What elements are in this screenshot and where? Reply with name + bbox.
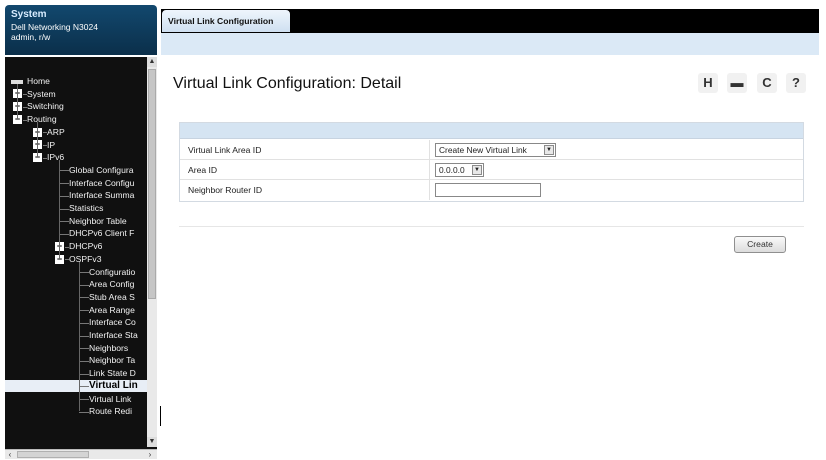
neighbor-router-id-label: Neighbor Router ID	[188, 185, 263, 195]
tree-item-label: Switching	[27, 101, 64, 112]
tree-item[interactable]: Link State D	[5, 367, 147, 380]
tree-item-label: Stub Area S	[89, 291, 135, 302]
scroll-left-icon[interactable]: ‹	[5, 450, 15, 459]
tree-item-label: Area Config	[89, 279, 135, 290]
virtual-link-area-id-select[interactable]: Create New Virtual Link ▼	[435, 143, 556, 157]
virtual-link-area-id-value: Create New Virtual Link	[439, 145, 527, 155]
tree-item[interactable]: Neighbor Table	[5, 215, 147, 228]
tree-item-label: ARP	[47, 126, 65, 137]
tree-item[interactable]: +DHCPv6	[5, 240, 147, 253]
refresh-icon[interactable]: C	[757, 73, 777, 93]
user-info: admin, r/w	[11, 32, 51, 42]
tree-item[interactable]: Area Range	[5, 304, 147, 317]
divider	[179, 226, 804, 227]
tree-item[interactable]: +Switching	[5, 100, 147, 113]
chevron-down-icon[interactable]: ▼	[472, 165, 482, 175]
tree-item-label: IP	[47, 139, 56, 150]
tree-item[interactable]: +IP	[5, 139, 147, 152]
tree-item-label: Area Range	[89, 304, 135, 315]
chevron-down-icon[interactable]: ▼	[544, 145, 554, 155]
tree-item[interactable]: −OSPFv3	[5, 253, 147, 266]
tree-item-label: IPv6	[47, 152, 65, 163]
tree-item-label: Route Redi	[89, 406, 132, 417]
tab-strip	[161, 33, 819, 55]
tree-item[interactable]: Interface Summa	[5, 189, 147, 202]
tree-item[interactable]: Global Configura	[5, 164, 147, 177]
form-row-neighbor-router-id: Neighbor Router ID	[180, 180, 803, 200]
tree-item-label: Routing	[27, 114, 57, 125]
form-header-bar	[180, 123, 803, 139]
tab-virtual-link-configuration[interactable]: Virtual Link Configuration	[161, 9, 291, 33]
tree-item-label: Interface Summa	[69, 190, 135, 201]
tree-item-label: Link State D	[89, 368, 136, 379]
tree-item[interactable]: −Routing	[5, 113, 147, 126]
tree-item-label: Virtual Lin	[89, 379, 138, 391]
tree-item[interactable]: +System	[5, 88, 147, 101]
tree-item[interactable]: Stub Area S	[5, 291, 147, 304]
tree-item-label: Interface Configu	[69, 177, 135, 188]
tree-item-label: Virtual Link	[89, 393, 132, 404]
main-content: Virtual Link Configuration: Detail H ▬ C…	[161, 55, 819, 458]
tree-item[interactable]: Interface Sta	[5, 329, 147, 342]
navigation-tree: Home +System+Switching−Routing+ARP+IP−IPv…	[5, 57, 157, 449]
tree-item[interactable]: Configuratio	[5, 266, 147, 279]
tree-item[interactable]: Interface Co	[5, 316, 147, 329]
tab-bar: Virtual Link Configuration	[161, 9, 819, 33]
tree-item[interactable]: DHCPv6 Client F	[5, 227, 147, 240]
tree-item-label: DHCPv6	[69, 241, 103, 252]
create-button[interactable]: Create	[734, 236, 786, 253]
detail-form: Virtual Link Area ID Create New Virtual …	[179, 122, 804, 202]
tree-item[interactable]: Route Redi	[5, 405, 147, 418]
tree-item[interactable]: Neighbor Ta	[5, 354, 147, 367]
tree-item-label: Neighbor Ta	[89, 355, 136, 366]
system-title: System	[11, 9, 47, 20]
tree-item[interactable]: Home	[5, 75, 147, 88]
device-name: Dell Networking N3024	[11, 22, 98, 32]
print-icon[interactable]: ▬	[727, 73, 747, 93]
system-header: System Dell Networking N3024 admin, r/w	[5, 5, 157, 55]
form-row-virtual-link-area-id: Virtual Link Area ID Create New Virtual …	[180, 140, 803, 160]
page-title: Virtual Link Configuration: Detail	[173, 75, 402, 92]
area-id-label: Area ID	[188, 165, 218, 175]
scroll-thumb[interactable]	[148, 69, 156, 299]
tree-item-label: Interface Sta	[89, 330, 138, 340]
tree-item[interactable]: +ARP	[5, 126, 147, 139]
tree-horizontal-scrollbar[interactable]: ‹ ›	[5, 449, 157, 459]
tree-vertical-scrollbar[interactable]: ▲ ▼	[147, 57, 157, 447]
neighbor-router-id-input[interactable]	[435, 183, 541, 197]
tree-item-label: Interface Co	[89, 317, 136, 328]
tree-item-label: Home	[27, 76, 50, 86]
tree-item-label: System	[27, 88, 56, 99]
scroll-up-icon[interactable]: ▲	[147, 57, 157, 67]
navigation-panel: System Dell Networking N3024 admin, r/w …	[5, 5, 157, 459]
scroll-right-icon[interactable]: ›	[145, 450, 155, 459]
tree-item[interactable]: Virtual Link	[5, 393, 147, 406]
scroll-down-icon[interactable]: ▼	[147, 437, 157, 447]
tree-item-label: Configuratio	[89, 266, 136, 277]
tree-item-label: DHCPv6 Client F	[69, 228, 135, 239]
tree-item-label: Statistics	[69, 203, 104, 213]
tree-item-label: OSPFv3	[69, 253, 102, 264]
save-icon[interactable]: H	[698, 73, 718, 93]
tree-item-label: Neighbor Table	[69, 215, 127, 226]
area-id-value: 0.0.0.0	[439, 165, 465, 175]
tree-item[interactable]: Neighbors	[5, 342, 147, 355]
tree-item[interactable]: Area Config	[5, 278, 147, 291]
form-row-area-id: Area ID 0.0.0.0 ▼	[180, 160, 803, 180]
area-id-select[interactable]: 0.0.0.0 ▼	[435, 163, 484, 177]
horizontal-scroll-thumb[interactable]	[17, 451, 89, 458]
tree-item-label: Global Configura	[69, 164, 134, 175]
tree-item[interactable]: Statistics	[5, 202, 147, 215]
tree-item-label: Neighbors	[89, 342, 129, 353]
tree-item[interactable]: Interface Configu	[5, 177, 147, 190]
tree-item[interactable]: Virtual Lin	[5, 379, 147, 393]
help-icon[interactable]: ?	[786, 73, 806, 93]
tree-item[interactable]: −IPv6	[5, 151, 147, 164]
virtual-link-area-id-label: Virtual Link Area ID	[188, 145, 262, 155]
